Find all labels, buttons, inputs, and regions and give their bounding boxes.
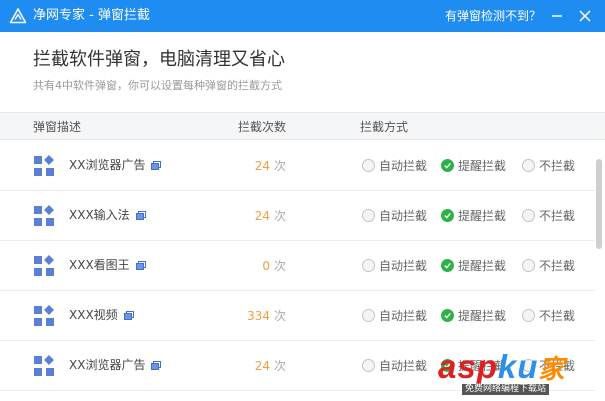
radio-dot (362, 209, 375, 222)
app-grid-icon (34, 305, 54, 326)
page-title: 拦截软件弹窗，电脑清理又省心 (33, 49, 285, 70)
help-link[interactable]: 有弹窗检测不到？ (445, 8, 541, 24)
column-header-count: 拦截次数 (238, 120, 287, 134)
app-grid-icon (34, 155, 54, 176)
block-count: 24 (254, 159, 270, 173)
block-count: 334 (247, 309, 270, 323)
window-preview-icon[interactable] (151, 161, 162, 170)
window-preview-icon[interactable] (151, 361, 162, 370)
app-grid-icon (34, 255, 54, 276)
check-icon (444, 262, 451, 269)
app-grid-icon (34, 205, 54, 226)
radio-label: 自动拦截 (379, 159, 428, 173)
row-name: XXX输入法 (69, 208, 130, 222)
check-icon (444, 212, 451, 219)
radio-label: 提醒拦截 (458, 309, 507, 323)
check-icon (444, 162, 451, 169)
radio-dot (441, 209, 454, 222)
app-grid-icon (34, 355, 54, 376)
radio-dot (441, 309, 454, 322)
table-row: XXX视频 334 次 自动拦截 提醒拦截 不拦截 (0, 291, 595, 341)
row-name: XX浏览器广告 (69, 158, 146, 172)
row-name: XXX看图王 (69, 258, 130, 272)
radio-label: 自动拦截 (379, 259, 428, 273)
radio-label: 不拦截 (539, 159, 576, 173)
count-unit: 次 (274, 359, 287, 373)
count-unit: 次 (274, 209, 287, 223)
radio-dot (522, 309, 535, 322)
scrollbar-thumb[interactable] (596, 159, 602, 249)
table-row: XXX看图王 0 次 自动拦截 提醒拦截 不拦截 (0, 241, 595, 291)
watermark-brand-b: ku (497, 348, 539, 385)
radio-dot (362, 359, 375, 372)
check-icon (444, 312, 451, 319)
shield-logo-icon (9, 8, 27, 24)
radio-label: 不拦截 (539, 209, 576, 223)
radio-label: 不拦截 (539, 309, 576, 323)
table-row: XX浏览器广告 24 次 自动拦截 提醒拦截 不拦截 (0, 141, 595, 191)
count-unit: 次 (274, 159, 287, 173)
radio-dot (362, 259, 375, 272)
watermark-brand-c: 家 (538, 354, 566, 384)
site-watermark-logo: aspku家 免费网络编程下载站 (438, 346, 598, 398)
radio-dot (522, 259, 535, 272)
column-header-mode: 拦截方式 (360, 120, 409, 134)
close-icon[interactable] (575, 6, 595, 26)
radio-label: 提醒拦截 (458, 259, 507, 273)
radio-label: 提醒拦截 (458, 159, 507, 173)
row-name: XXX视频 (69, 308, 118, 322)
watermark-subtitle: 免费网络编程下载站 (462, 384, 550, 395)
minimize-icon[interactable] (547, 6, 567, 26)
count-unit: 次 (274, 259, 287, 273)
radio-dot (441, 259, 454, 272)
window-preview-icon[interactable] (123, 311, 134, 320)
watermark-brand-a: asp (438, 348, 498, 385)
block-count: 24 (254, 209, 270, 223)
page-subtitle: 共有4中软件弹窗，你可以设置每种弹窗的拦截方式 (33, 79, 282, 92)
radio-dot (441, 159, 454, 172)
table-row: XXX输入法 24 次 自动拦截 提醒拦截 不拦截 (0, 191, 595, 241)
radio-dot (362, 309, 375, 322)
window-title: 净网专家 - 弹窗拦截 (33, 8, 150, 23)
window-preview-icon[interactable] (135, 211, 146, 220)
row-name: XX浏览器广告 (69, 358, 146, 372)
radio-label: 自动拦截 (379, 359, 428, 373)
radio-label: 不拦截 (539, 259, 576, 273)
radio-label: 自动拦截 (379, 209, 428, 223)
block-count: 0 (262, 259, 270, 273)
table-header: 弹窗描述 拦截次数 拦截方式 (0, 112, 605, 140)
radio-dot (522, 209, 535, 222)
radio-dot (362, 159, 375, 172)
radio-dot (522, 159, 535, 172)
count-unit: 次 (274, 309, 287, 323)
block-count: 24 (254, 359, 270, 373)
radio-label: 自动拦截 (379, 309, 428, 323)
title-bar: 净网专家 - 弹窗拦截 有弹窗检测不到？ (0, 0, 605, 32)
column-header-description: 弹窗描述 (33, 120, 82, 134)
radio-label: 提醒拦截 (458, 209, 507, 223)
window-preview-icon[interactable] (135, 261, 146, 270)
